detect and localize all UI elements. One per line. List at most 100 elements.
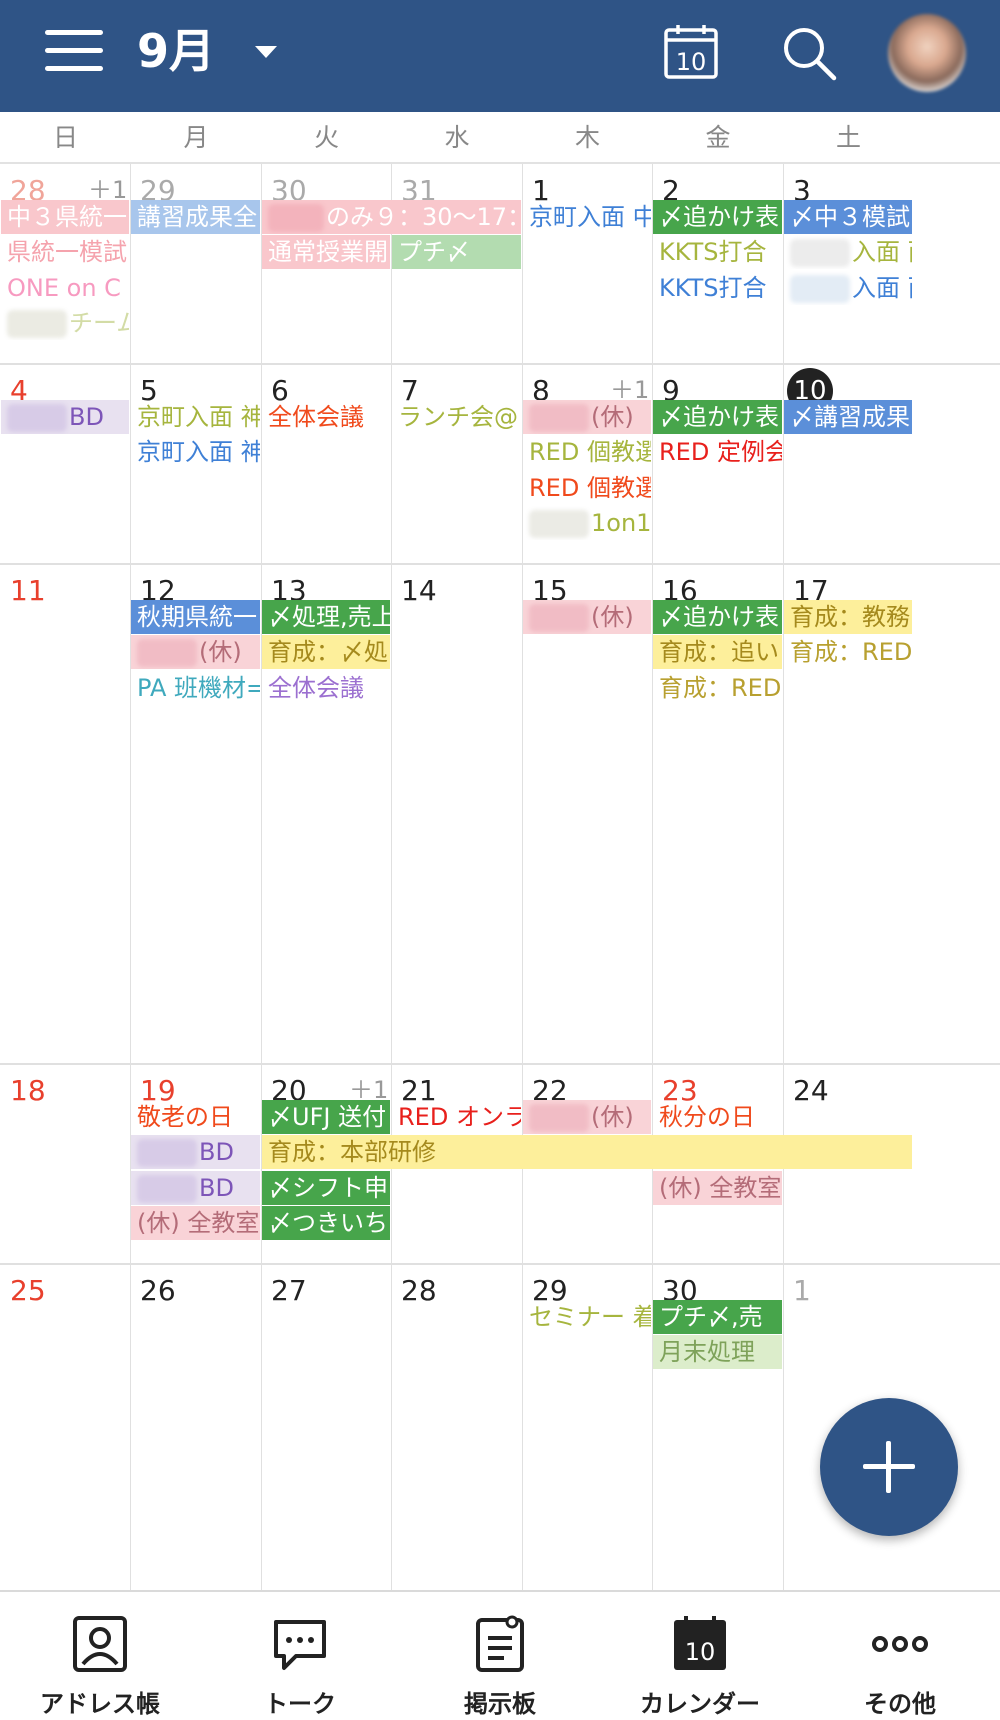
event-chip[interactable]: RED 定例会 xyxy=(653,435,782,469)
tab-address-book[interactable]: アドレス帳 xyxy=(0,1592,200,1720)
event-title: 県統一模試 xyxy=(7,238,127,267)
event-chip[interactable]: 敬老の日 xyxy=(131,1100,260,1134)
event-chip[interactable]: (休) xyxy=(523,1100,651,1134)
event-chip[interactable]: BD xyxy=(1,400,129,434)
month-title[interactable]: 9月 xyxy=(137,22,215,80)
weekday-label: 日 xyxy=(52,123,78,152)
event-chip[interactable]: PA 班機材= xyxy=(131,671,260,705)
event-chip[interactable]: 全体会議 xyxy=(262,671,390,705)
event-chip[interactable]: 〆追かけ表 xyxy=(653,600,782,634)
event-chip[interactable]: BD xyxy=(131,1135,260,1170)
event-chip[interactable]: 育成：RED xyxy=(784,635,912,669)
event-title: 月末処理 xyxy=(659,1338,755,1367)
event-title: 〆処理,売上 xyxy=(268,603,390,631)
event-chip[interactable]: (休) xyxy=(523,400,651,434)
event-title: プチ〆 xyxy=(398,238,470,267)
event-title: 育成：追い xyxy=(659,638,779,667)
month-grid: 28 ＋1 29 30 31 1 2 3 4 5 6 7 8 ＋1 9 10 11 12 13 14 15 16 17 18 1… xyxy=(0,164,1000,1590)
weekday-label: 金 xyxy=(705,123,731,152)
redacted-text xyxy=(529,604,589,632)
day-cell[interactable] xyxy=(0,564,130,1064)
event-chip[interactable]: (休) xyxy=(523,600,651,634)
event-chip[interactable]: RED 個教選 xyxy=(523,435,651,469)
redacted-text xyxy=(790,274,850,303)
tab-calendar[interactable]: 10 カレンダー xyxy=(600,1592,800,1720)
event-chip[interactable]: 〆講習成果 xyxy=(784,400,912,434)
tab-talk-bubble[interactable]: トーク xyxy=(200,1592,400,1720)
event-chip[interactable]: プチ〆,売 xyxy=(653,1300,782,1334)
event-chip[interactable]: ONE on C xyxy=(1,271,129,305)
event-chip[interactable]: 通常授業開 xyxy=(262,235,390,270)
event-chip[interactable]: 育成：教務 xyxy=(784,600,912,634)
event-chip[interactable]: (休) 全教室 xyxy=(131,1205,260,1240)
event-chip[interactable]: 〆UFJ 送付 xyxy=(262,1100,390,1134)
event-chip[interactable]: 〆つきいち xyxy=(262,1205,390,1240)
event-chip[interactable]: (休) xyxy=(131,635,260,670)
event-title: ランチ会@ xyxy=(398,403,518,431)
event-chip[interactable]: 京町入面 神 xyxy=(131,435,260,469)
event-chip[interactable]: KKTS打合 xyxy=(653,235,782,269)
event-chip[interactable]: 〆処理,売上 xyxy=(262,600,390,634)
event-chip[interactable]: のみ９：30～17： xyxy=(262,200,521,234)
event-chip[interactable]: 1on1 xyxy=(523,506,651,540)
more-dots-icon xyxy=(870,1614,930,1674)
event-chip[interactable]: BD xyxy=(131,1170,260,1205)
event-chip[interactable]: 〆追かけ表 xyxy=(653,200,782,234)
redacted-text xyxy=(268,204,324,232)
weekday-label: 水 xyxy=(444,123,470,152)
search-icon[interactable] xyxy=(780,24,838,82)
event-title: 育成：本部研修 xyxy=(268,1138,436,1167)
event-chip[interactable]: 京町入面 神 xyxy=(131,400,260,434)
event-title: KKTS打合 xyxy=(659,238,767,267)
chevron-down-icon[interactable] xyxy=(255,46,277,58)
redacted-text xyxy=(137,1174,197,1203)
event-chip[interactable]: 県統一模試 xyxy=(1,235,129,269)
event-chip[interactable]: 育成：本部研修 xyxy=(262,1135,912,1170)
event-chip[interactable]: ランチ会@ xyxy=(392,400,521,434)
event-title: セミナー 着 xyxy=(529,1303,651,1331)
event-chip[interactable]: 月末処理 xyxy=(653,1335,782,1370)
tab-label: 掲示板 xyxy=(464,1690,536,1718)
event-chip[interactable]: 中３県統一 xyxy=(1,200,129,234)
event-chip[interactable]: 入面 西 xyxy=(784,235,912,269)
event-chip[interactable]: 入面 西 xyxy=(784,271,912,305)
event-chip[interactable]: KKTS打合 xyxy=(653,271,782,305)
event-title: 入面 西 xyxy=(852,238,912,267)
day-cell[interactable] xyxy=(522,564,652,1064)
event-chip[interactable]: RED 個教選 xyxy=(523,471,651,505)
event-chip[interactable]: チーム xyxy=(1,306,129,340)
event-chip[interactable]: 京町入面 中 xyxy=(523,200,651,234)
day-cell[interactable] xyxy=(391,564,522,1064)
weekday-header: 日月火水木金土 xyxy=(0,112,1000,164)
event-chip[interactable]: RED オンラ xyxy=(392,1100,521,1134)
event-chip[interactable]: 〆追かけ表 xyxy=(653,400,782,434)
today-calendar-icon[interactable]: 10 xyxy=(663,24,719,80)
avatar[interactable] xyxy=(888,14,966,92)
event-chip[interactable]: 講習成果全 xyxy=(131,200,260,234)
redacted-text xyxy=(7,404,67,432)
event-chip[interactable]: 秋分の日 xyxy=(653,1100,782,1134)
tab-label: アドレス帳 xyxy=(40,1690,160,1718)
event-chip[interactable]: 育成：追い xyxy=(653,635,782,670)
event-chip[interactable]: 育成：RED xyxy=(653,671,782,705)
event-chip[interactable]: プチ〆 xyxy=(392,235,521,270)
tab-more-dots[interactable]: その他 xyxy=(800,1592,1000,1720)
weekday-label: 木 xyxy=(574,123,600,152)
event-chip[interactable]: 秋期県統一 xyxy=(131,600,260,634)
event-chip[interactable]: セミナー 着 xyxy=(523,1300,651,1334)
app-header: 9月 10 xyxy=(0,0,1000,112)
event-chip[interactable]: 〆シフト申 xyxy=(262,1170,390,1205)
event-title: KKTS打合 xyxy=(659,273,767,302)
menu-icon[interactable] xyxy=(45,28,103,74)
add-event-button[interactable] xyxy=(820,1398,958,1536)
event-title: 〆つきいち xyxy=(268,1208,388,1237)
tab-bulletin-board[interactable]: 掲示板 xyxy=(400,1592,600,1720)
event-chip[interactable]: (休) 全教室 xyxy=(653,1170,782,1205)
weekday-label: 火 xyxy=(313,123,339,152)
event-title: RED 定例会 xyxy=(659,438,782,467)
event-chip[interactable]: 育成：〆処 xyxy=(262,635,390,670)
event-chip[interactable]: 全体会議 xyxy=(262,400,390,434)
event-chip[interactable]: 〆中３模試 xyxy=(784,200,912,234)
calendar-icon-number: 10 xyxy=(685,1638,716,1666)
weekday-label: 月 xyxy=(183,123,209,152)
